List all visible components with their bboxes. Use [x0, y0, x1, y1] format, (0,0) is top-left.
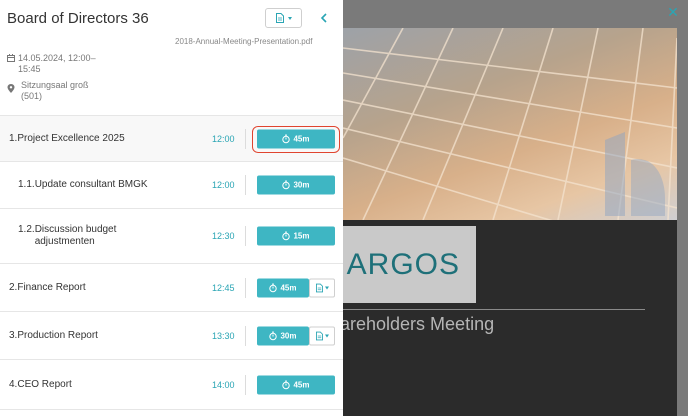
- agenda-item-title: Update consultant BMGK: [34, 179, 148, 190]
- duration-label: 30m: [280, 331, 297, 340]
- meeting-location-text: Sitzungsaal groß (501): [21, 80, 89, 101]
- start-timer-button[interactable]: 30m: [257, 175, 335, 195]
- divider: [245, 175, 246, 195]
- agenda-item-time: 12:00: [212, 180, 235, 190]
- start-timer-button[interactable]: 45m: [257, 375, 335, 394]
- agenda-item-time: 13:30: [212, 330, 235, 341]
- slide-caption: areholders Meeting: [343, 314, 495, 334]
- agenda-item-time: 12:00: [212, 133, 235, 144]
- start-timer-button[interactable]: 45m: [257, 129, 335, 148]
- company-logo: ARGOS: [343, 226, 476, 303]
- agenda-item-title: Discussion budget adjustmenten: [34, 224, 117, 247]
- document-icon: [315, 283, 323, 292]
- document-icon: [315, 331, 323, 340]
- meeting-location: Sitzungsaal groß (501): [7, 80, 102, 102]
- chevron-left-icon[interactable]: [318, 11, 330, 25]
- divider: [245, 277, 246, 298]
- agenda-item-number: 1.1.: [18, 179, 35, 190]
- start-timer-button[interactable]: 15m: [257, 226, 335, 246]
- agenda-item[interactable]: 1.1. Update consultant BMGK 12:00 30m: [0, 162, 343, 209]
- agenda-item[interactable]: 4. CEO Report 14:00 45m: [0, 360, 343, 410]
- slide-lower-section: ARGOS areholders Meeting: [343, 220, 677, 416]
- agenda-item-number: 1.: [9, 132, 18, 144]
- attached-file-name[interactable]: 2018-Annual-Meeting-Presentation.pdf: [175, 37, 312, 46]
- stopwatch-icon: [282, 180, 291, 190]
- agenda-item-number: 3.: [9, 329, 18, 341]
- agenda-item-label: 1. Project Excellence 2025: [9, 133, 207, 145]
- agenda-item-number: 4.: [9, 378, 18, 390]
- document-dropdown-button[interactable]: [309, 326, 335, 345]
- agenda-item-time: 12:30: [212, 231, 235, 241]
- stopwatch-icon: [269, 331, 278, 340]
- slide-divider: [343, 309, 645, 310]
- start-timer-button[interactable]: 30m: [257, 326, 309, 345]
- duration-label: 45m: [293, 380, 310, 389]
- agenda-item[interactable]: 1. Project Excellence 2025 12:00 45m: [0, 115, 343, 162]
- agenda-item-label: 1.2. Discussion budget adjustmenten: [18, 224, 125, 248]
- start-timer-button[interactable]: 45m: [257, 278, 309, 297]
- calendar-icon: [7, 54, 15, 62]
- slide-background-image: [343, 28, 677, 220]
- close-icon[interactable]: ✕: [666, 5, 680, 19]
- duration-label: 45m: [293, 134, 310, 143]
- divider: [245, 374, 246, 395]
- agenda-item[interactable]: 2. Finance Report 12:45 45m: [0, 264, 343, 312]
- document-icon: [275, 13, 284, 23]
- stopwatch-icon: [282, 231, 291, 241]
- agenda-item-title: Project Excellence 2025: [17, 132, 125, 144]
- agenda-item-number: 2.: [9, 281, 18, 293]
- meeting-datetime-text: 14.05.2024, 12:00–15:45: [18, 53, 96, 74]
- agenda-item[interactable]: 1.2. Discussion budget adjustmenten 12:3…: [0, 209, 343, 264]
- agenda-item-label: 2. Finance Report: [9, 282, 207, 294]
- meeting-datetime: 14.05.2024, 12:00–15:45: [7, 53, 107, 75]
- stopwatch-icon: [282, 380, 291, 389]
- meeting-title: Board of Directors 36: [7, 10, 149, 27]
- stopwatch-icon: [269, 283, 278, 292]
- document-dropdown-button[interactable]: [265, 8, 302, 28]
- agenda-list: 1. Project Excellence 2025 12:00 45m 1.1…: [0, 115, 343, 410]
- agenda-item-title: Production Report: [17, 329, 98, 341]
- document-dropdown-button[interactable]: [309, 278, 335, 297]
- chevron-down-icon: [324, 286, 329, 289]
- agenda-item-number: 1.2.: [18, 224, 35, 235]
- presentation-viewer: ARGOS areholders Meeting ✕: [343, 0, 688, 416]
- duration-label: 15m: [293, 231, 310, 241]
- stopwatch-icon: [282, 134, 291, 143]
- agenda-item[interactable]: 3. Production Report 13:30 30m: [0, 312, 343, 360]
- chevron-down-icon: [324, 334, 329, 337]
- logo-text: ARGOS: [346, 247, 460, 281]
- agenda-item-title: Finance Report: [17, 281, 86, 293]
- chevron-down-icon: [287, 16, 292, 20]
- divider: [245, 226, 246, 246]
- location-pin-icon: [7, 84, 15, 93]
- agenda-item-time: 12:45: [212, 282, 235, 293]
- agenda-panel: Board of Directors 36 14.05.2024, 12:00–…: [0, 0, 343, 416]
- agenda-item-label: 3. Production Report: [9, 330, 207, 342]
- duration-label: 30m: [293, 180, 310, 190]
- divider: [245, 128, 246, 149]
- agenda-item-time: 14:00: [212, 379, 235, 390]
- divider: [245, 325, 246, 346]
- agenda-item-label: 4. CEO Report: [9, 379, 207, 391]
- agenda-item-label: 1.1. Update consultant BMGK: [18, 179, 225, 191]
- agenda-item-title: CEO Report: [17, 378, 72, 390]
- duration-label: 45m: [280, 283, 297, 292]
- glass-building-graphic: [343, 28, 677, 220]
